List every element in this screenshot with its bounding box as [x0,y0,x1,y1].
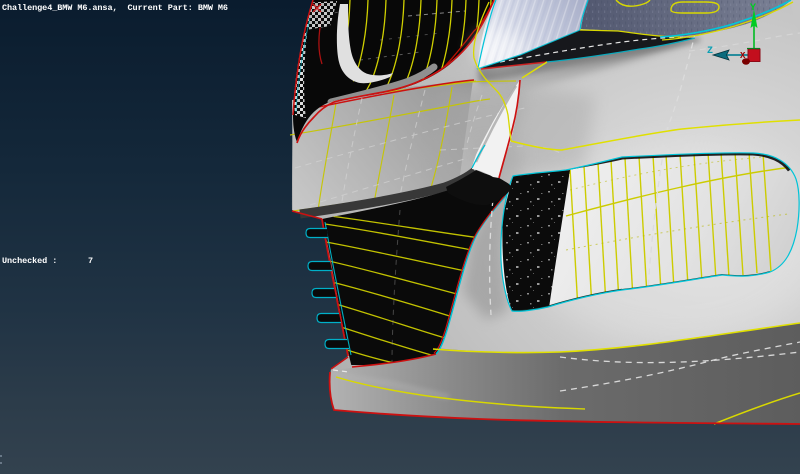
svg-text:Y: Y [750,3,756,14]
svg-text:Z: Z [707,46,713,57]
svg-text:X: X [740,51,746,61]
